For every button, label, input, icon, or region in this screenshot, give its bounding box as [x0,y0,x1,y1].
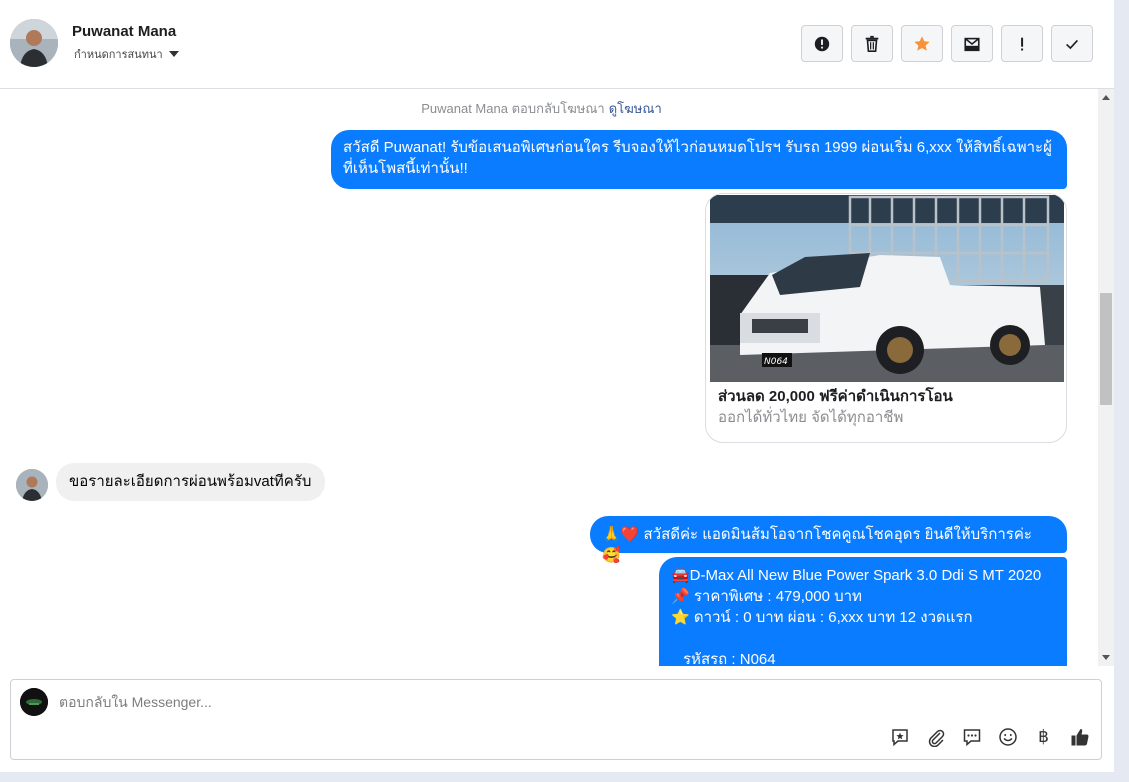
plate-label: N064 [764,357,788,367]
spam-button[interactable] [801,25,843,62]
like-button[interactable] [1068,725,1091,748]
message-line: 🚘D-Max All New Blue Power Spark 3.0 Ddi … [671,567,1042,584]
assign-conversation-dropdown[interactable]: กำหนดการสนทนา [74,45,179,63]
message-thread: Puwanat Mana ตอบกลับโฆษณา ดูโฆษณา สวัสดี … [0,89,1098,666]
ad-image: N064 [710,195,1064,382]
archive-button[interactable] [951,25,993,62]
chevron-down-icon [168,51,179,57]
reply-composer: ฿ [10,679,1102,760]
view-ad-link[interactable]: ดูโฆษณา [609,101,662,116]
attach-button[interactable] [924,725,947,748]
like-icon [1071,728,1088,745]
ad-card[interactable]: N064 ส่วนลด 20,000 ฟรีค่าดำเนินการโอน ออ… [705,193,1067,443]
header-toolbar [801,25,1093,62]
outgoing-message: 🚘D-Max All New Blue Power Spark 3.0 Ddi … [659,557,1067,666]
message-line: ⭐ ดาวน์ : 0 บาท ผ่อน : 6,xxx บาท 12 งวดแ… [671,609,973,626]
outgoing-message: สวัสดี Puwanat! รับข้อเสนอพิเศษก่อนใคร ร… [331,130,1067,189]
quick-reply-icon [963,728,980,746]
message-line: 📌 ราคาพิเศษ : 479,000 บาท [671,588,862,605]
archive-icon [964,37,980,51]
conversation-panel: Puwanat Mana กำหนดการสนทนา Puwanat Mana … [0,0,1114,772]
baht-icon: ฿ [1038,726,1049,747]
saved-reply-button[interactable] [888,725,911,748]
scroll-up-arrow[interactable] [1102,95,1110,100]
thread-scrollbar[interactable] [1098,89,1114,666]
conversation-header: Puwanat Mana กำหนดการสนทนา [0,0,1114,89]
ad-reply-notice: Puwanat Mana ตอบกลับโฆษณา ดูโฆษณา [0,98,1083,119]
done-icon [1066,39,1078,49]
saved-reply-icon [891,728,908,746]
ad-card-subtitle: ออกได้ทั่วไทย จัดได้ทุกอาชีพ [718,409,904,426]
star-icon [914,35,930,51]
composer-toolbar: ฿ [888,725,1091,748]
important-button[interactable] [1001,25,1043,62]
emoji-button[interactable] [996,725,1019,748]
star-button[interactable] [901,25,943,62]
delete-button[interactable] [851,25,893,62]
payment-button[interactable]: ฿ [1032,725,1055,748]
scroll-down-arrow[interactable] [1102,655,1110,660]
incoming-message: ขอรายละเอียดการผ่อนพร้อมvatทีครับ [56,463,325,501]
outgoing-message: 🙏❤️ สวัสดีค่ะ แอดมินส้มโอจากโชคคูณโชคอุด… [590,516,1067,564]
emoji-icon [998,727,1017,746]
reply-input[interactable] [59,692,759,712]
message-line [671,628,1055,649]
mark-done-button[interactable] [1051,25,1093,62]
page-avatar [20,688,48,716]
important-icon [1021,37,1024,50]
contact-name[interactable]: Puwanat Mana [72,23,176,40]
avatar [16,469,48,501]
trash-icon [865,35,879,52]
quick-reply-button[interactable] [960,725,983,748]
ad-reply-text: Puwanat Mana ตอบกลับโฆษณา [421,101,605,116]
spam-icon [814,36,830,51]
message-line: รหัสรถ : N064 [683,651,776,666]
avatar[interactable] [10,19,58,67]
attach-icon [928,729,944,747]
scroll-thumb[interactable] [1100,293,1112,405]
assign-label: กำหนดการสนทนา [74,49,163,61]
